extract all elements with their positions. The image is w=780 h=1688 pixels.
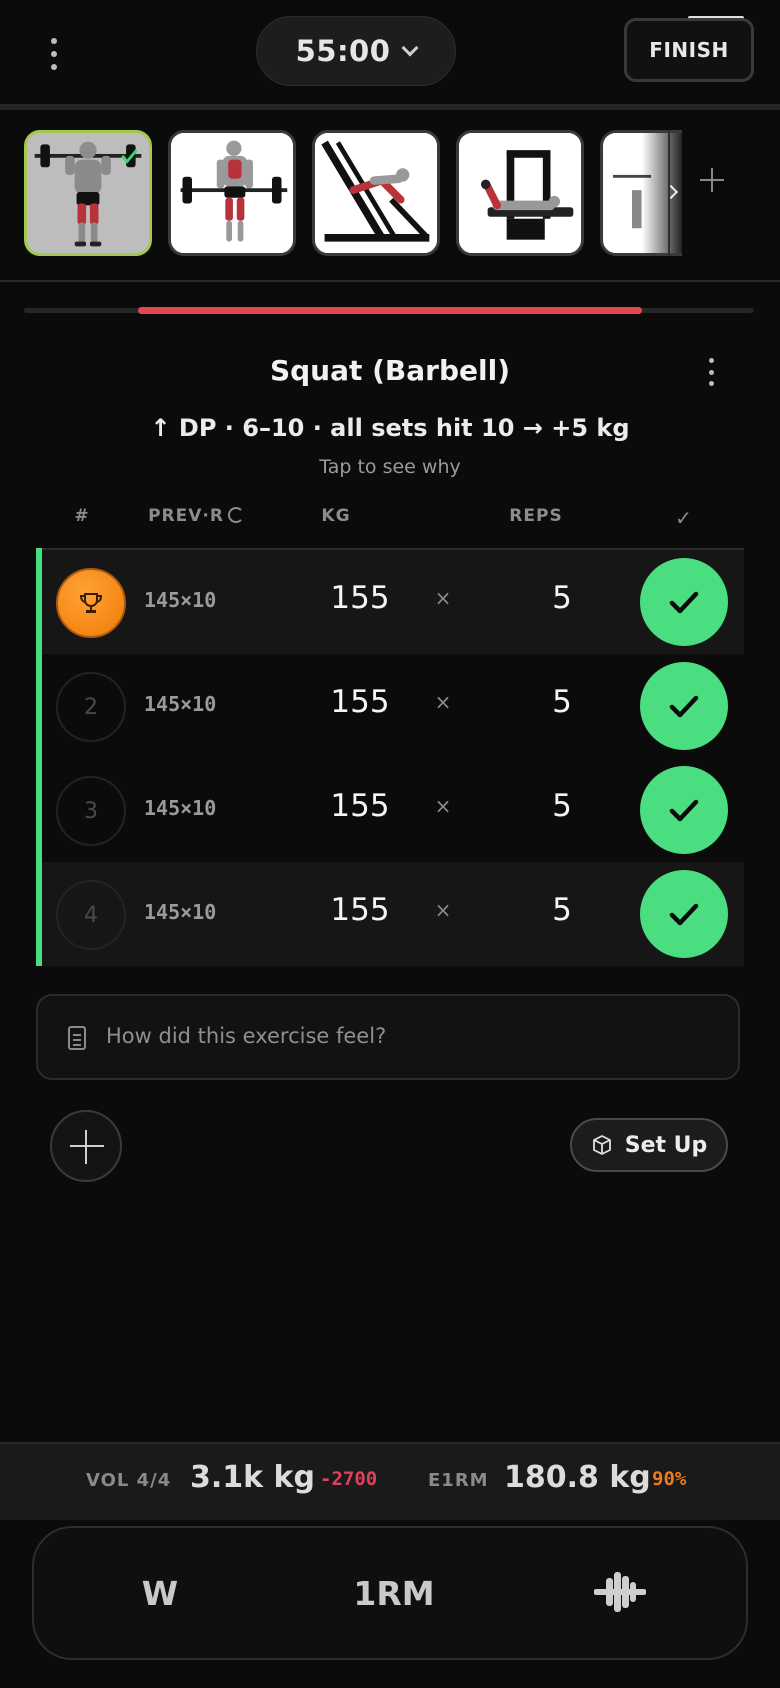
set-complete-button[interactable]: [640, 766, 728, 854]
set-times-symbol: ×: [434, 586, 452, 610]
barbell-deadlift-figure: [171, 133, 293, 253]
hack-squat-machine-thumbnail[interactable]: [312, 130, 440, 256]
checkmark-icon: [669, 695, 699, 718]
exercise-note-field[interactable]: How did this exercise feel?: [36, 994, 740, 1080]
set-times-symbol: ×: [434, 794, 452, 818]
set-row: 4 145×10 155 × 5: [42, 862, 744, 966]
column-header-prev[interactable]: PREV·R: [136, 506, 256, 526]
barbell-deadlift-thumbnail[interactable]: [168, 130, 296, 256]
sets-table: 145×10 155 × 5 2 145×10 155 × 5 3 145×10…: [36, 548, 744, 966]
header-divider: [0, 104, 780, 110]
hack-squat-machine-figure: [315, 133, 437, 253]
warmup-button[interactable]: W: [130, 1574, 190, 1613]
set-weight-input[interactable]: 155: [300, 892, 420, 928]
volume-value: 3.1k kg: [190, 1460, 315, 1495]
more-options-icon[interactable]: [44, 38, 64, 70]
set-row: 3 145×10 155 × 5: [42, 758, 744, 862]
timer-text: 55:00: [295, 34, 391, 68]
set-reps-input[interactable]: 5: [502, 580, 622, 616]
set-weight-input[interactable]: 155: [300, 684, 420, 720]
set-reps-input[interactable]: 5: [502, 684, 622, 720]
set-previous[interactable]: 145×10: [144, 900, 284, 924]
leg-curl-machine-thumbnail[interactable]: [456, 130, 584, 256]
add-exercise-icon[interactable]: [696, 164, 728, 196]
exercise-thumbnail-strip: [0, 112, 780, 282]
barbell-squat-figure: [27, 133, 149, 253]
checkmark-icon: [669, 591, 699, 614]
set-times-symbol: ×: [434, 690, 452, 714]
setup-button[interactable]: Set Up: [570, 1118, 728, 1172]
workout-stats-bar: VOL 4/4 3.1k kg -2700 E1RM 180.8 kg 90%: [0, 1442, 780, 1520]
finish-button[interactable]: FINISH: [624, 18, 754, 82]
trophy-icon: [79, 593, 103, 613]
volume-label: VOL 4/4: [86, 1470, 172, 1491]
refresh-icon: [227, 507, 244, 523]
set-number-button[interactable]: 3: [56, 776, 126, 846]
cube-icon: [592, 1135, 611, 1155]
column-header-kg: KG: [321, 506, 351, 526]
e1rm-value: 180.8 kg: [504, 1460, 651, 1495]
chevron-down-icon: [401, 39, 419, 57]
set-complete-button[interactable]: [640, 558, 728, 646]
e1rm-percent: 90%: [652, 1468, 687, 1490]
exercise-options-icon[interactable]: [706, 358, 716, 386]
set-previous[interactable]: 145×10: [144, 692, 284, 716]
set-reps-input[interactable]: 5: [502, 788, 622, 824]
progression-hint[interactable]: Tap to see why: [0, 456, 780, 478]
bottom-tool-bar: W 1RM: [32, 1526, 748, 1660]
set-complete-button[interactable]: [640, 870, 728, 958]
set-number-button[interactable]: 4: [56, 880, 126, 950]
set-previous[interactable]: 145×10: [144, 796, 284, 820]
set-complete-button[interactable]: [640, 662, 728, 750]
volume-delta: -2700: [320, 1468, 378, 1490]
thumbnail-divider: [0, 280, 780, 282]
workout-progress-segment: [138, 307, 642, 314]
setup-label: Set Up: [624, 1132, 708, 1158]
set-weight-input[interactable]: 155: [300, 580, 420, 616]
exercise-title[interactable]: Squat (Barbell): [0, 354, 780, 387]
checkmark-icon: [669, 799, 699, 822]
set-number-button[interactable]: [56, 568, 126, 638]
leg-curl-machine-figure: [459, 133, 581, 253]
note-icon: [68, 1026, 86, 1050]
top-bar: 55:00 FINISH: [0, 0, 780, 104]
set-row: 145×10 155 × 5: [42, 550, 744, 654]
thumbnail-separator: [668, 130, 670, 256]
set-reps-input[interactable]: 5: [502, 892, 622, 928]
set-previous[interactable]: 145×10: [144, 588, 284, 612]
barbell-squat-thumbnail[interactable]: [24, 130, 152, 256]
set-weight-input[interactable]: 155: [300, 788, 420, 824]
e1rm-label: E1RM: [428, 1470, 489, 1491]
note-placeholder: How did this exercise feel?: [106, 1024, 387, 1048]
column-header-set: #: [74, 506, 90, 526]
set-number-button[interactable]: 2: [56, 672, 126, 742]
column-header-done: ✓: [675, 506, 693, 530]
column-header-prev-label: PREV·R: [148, 506, 224, 526]
column-header-reps: REPS: [509, 506, 563, 526]
progression-rule[interactable]: ↑ DP · 6–10 · all sets hit 10 → +5 kg: [0, 414, 780, 442]
set-times-symbol: ×: [434, 898, 452, 922]
dumbbell-icon[interactable]: [590, 1564, 650, 1620]
checkmark-icon: [669, 903, 699, 926]
add-set-button[interactable]: [50, 1110, 122, 1182]
one-rep-max-button[interactable]: 1RM: [344, 1574, 444, 1613]
workout-timer-button[interactable]: 55:00: [256, 16, 456, 86]
set-row: 2 145×10 155 × 5: [42, 654, 744, 758]
